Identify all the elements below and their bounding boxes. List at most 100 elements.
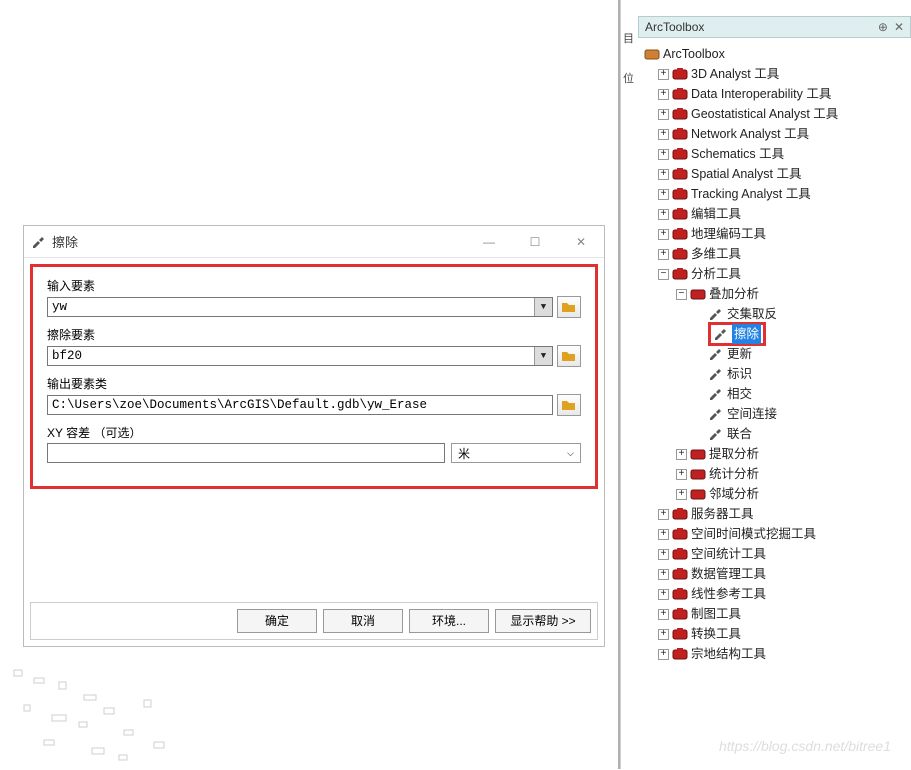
input-features-combo[interactable]: ▼ xyxy=(47,297,553,317)
expand-icon[interactable]: + xyxy=(658,509,669,520)
tree-item-t0[interactable]: +3D Analyst 工具 xyxy=(642,64,907,84)
folder-icon xyxy=(561,398,577,412)
tree-item-t17[interactable]: +转换工具 xyxy=(642,624,907,644)
expand-icon[interactable]: + xyxy=(676,449,687,460)
tree-item-label: 线性参考工具 xyxy=(691,584,766,604)
ok-button[interactable]: 确定 xyxy=(237,609,317,633)
tree-item-l4[interactable]: 相交 xyxy=(642,384,907,404)
tree-item-label: 提取分析 xyxy=(709,444,759,464)
expand-icon[interactable]: + xyxy=(658,129,669,140)
close-button[interactable]: ✕ xyxy=(558,228,604,256)
expand-icon[interactable]: + xyxy=(658,109,669,120)
erase-features-field[interactable] xyxy=(48,347,534,365)
tree-item-l0[interactable]: 交集取反 xyxy=(642,304,907,324)
browse-input-button[interactable] xyxy=(557,296,581,318)
tree-item-label: 交集取反 xyxy=(727,304,777,324)
tree-item-l5[interactable]: 空间连接 xyxy=(642,404,907,424)
tree-item-label: 更新 xyxy=(727,344,752,364)
xy-tolerance-label: XY 容差 （可选） xyxy=(47,424,581,441)
output-featureclass-label: 输出要素类 xyxy=(47,375,581,392)
xy-tolerance-field[interactable] xyxy=(47,443,445,463)
tree-root[interactable]: ArcToolbox xyxy=(642,44,907,64)
output-featureclass-field[interactable] xyxy=(47,395,553,415)
hammer-icon xyxy=(708,347,724,361)
chevron-down-icon[interactable]: ▼ xyxy=(534,298,552,316)
tree-item-s10_2[interactable]: +统计分析 xyxy=(642,464,907,484)
expand-icon[interactable]: + xyxy=(658,189,669,200)
toolbox-icon xyxy=(672,507,688,521)
expand-icon[interactable]: + xyxy=(658,609,669,620)
tree-item-t7[interactable]: +编辑工具 xyxy=(642,204,907,224)
environments-button[interactable]: 环境... xyxy=(409,609,489,633)
tree-item-t12[interactable]: +空间时间模式挖掘工具 xyxy=(642,524,907,544)
maximize-button[interactable]: ☐ xyxy=(512,228,558,256)
cancel-button[interactable]: 取消 xyxy=(323,609,403,633)
toolbox-tree: ArcToolbox +3D Analyst 工具+Data Interoper… xyxy=(638,38,911,670)
expand-icon[interactable]: + xyxy=(658,629,669,640)
unit-value: 米 xyxy=(458,445,470,462)
tree-item-t18[interactable]: + 宗地结构工具 xyxy=(642,644,907,664)
xy-tolerance-unit-select[interactable]: 米 ⌵ xyxy=(451,443,581,463)
tree-item-l1[interactable]: 擦除 xyxy=(642,324,907,344)
tree-item-t14[interactable]: +数据管理工具 xyxy=(642,564,907,584)
expand-icon[interactable]: + xyxy=(676,469,687,480)
panel-title: ArcToolbox xyxy=(645,20,704,34)
dialog-titlebar[interactable]: 擦除 — ☐ ✕ xyxy=(24,226,604,258)
expand-icon[interactable]: + xyxy=(658,549,669,560)
tree-item-l6[interactable]: 联合 xyxy=(642,424,907,444)
tree-item-t5[interactable]: +Spatial Analyst 工具 xyxy=(642,164,907,184)
close-panel-icon[interactable]: ✕ xyxy=(894,20,904,34)
expand-icon[interactable]: − xyxy=(676,289,687,300)
tree-item-s10_3[interactable]: +邻域分析 xyxy=(642,484,907,504)
expand-icon[interactable]: + xyxy=(658,249,669,260)
tree-item-label: 空间连接 xyxy=(727,404,777,424)
tree-item-label: 服务器工具 xyxy=(691,504,754,524)
dialog-content: 输入要素 ▼ 擦除要素 ▼ xyxy=(33,267,595,481)
tree-item-t16[interactable]: +制图工具 xyxy=(642,604,907,624)
expand-icon[interactable]: + xyxy=(658,169,669,180)
expand-icon[interactable]: + xyxy=(658,569,669,580)
tree-item-label: 擦除 xyxy=(732,324,761,344)
expand-icon[interactable]: + xyxy=(658,69,669,80)
expand-icon[interactable]: + xyxy=(658,229,669,240)
pin-icon[interactable]: ⊕ xyxy=(878,20,888,34)
tree-item-t4[interactable]: +Schematics 工具 xyxy=(642,144,907,164)
tree-item-l2[interactable]: 更新 xyxy=(642,344,907,364)
expand-icon[interactable]: + xyxy=(658,589,669,600)
tree-item-t15[interactable]: + 线性参考工具 xyxy=(642,584,907,604)
folder-icon xyxy=(561,349,577,363)
tree-item-t1[interactable]: +Data Interoperability 工具 xyxy=(642,84,907,104)
tree-item-l3[interactable]: 标识 xyxy=(642,364,907,384)
chevron-down-icon[interactable]: ▼ xyxy=(534,347,552,365)
expand-icon[interactable]: + xyxy=(658,89,669,100)
map-background xyxy=(4,660,304,770)
tree-item-t6[interactable]: +Tracking Analyst 工具 xyxy=(642,184,907,204)
tree-item-t3[interactable]: +Network Analyst 工具 xyxy=(642,124,907,144)
tree-item-t9[interactable]: +多维工具 xyxy=(642,244,907,264)
tree-item-label: 宗地结构工具 xyxy=(691,644,766,664)
panel-titlebar[interactable]: ArcToolbox ⊕ ✕ xyxy=(638,16,911,38)
expand-icon[interactable]: + xyxy=(676,489,687,500)
show-help-button[interactable]: 显示帮助 >> xyxy=(495,609,591,633)
tree-item-t11[interactable]: + 服务器工具 xyxy=(642,504,907,524)
minimize-button[interactable]: — xyxy=(466,228,512,256)
dialog-title: 擦除 xyxy=(52,232,78,251)
erase-features-combo[interactable]: ▼ xyxy=(47,346,553,366)
expand-icon[interactable]: − xyxy=(658,269,669,280)
expand-icon[interactable]: + xyxy=(658,529,669,540)
browse-output-button[interactable] xyxy=(557,394,581,416)
input-features-field[interactable] xyxy=(48,298,534,316)
expand-icon[interactable]: + xyxy=(658,149,669,160)
browse-erase-button[interactable] xyxy=(557,345,581,367)
tree-item-label: 3D Analyst 工具 xyxy=(691,64,779,84)
tree-item-t10[interactable]: −分析工具 xyxy=(642,264,907,284)
tree-item-s10_0[interactable]: −叠加分析 xyxy=(642,284,907,304)
tree-item-s10_1[interactable]: + 提取分析 xyxy=(642,444,907,464)
dock-glyph-1: 目 xyxy=(623,30,634,46)
hammer-icon xyxy=(30,234,46,250)
expand-icon[interactable]: + xyxy=(658,209,669,220)
tree-item-t2[interactable]: +Geostatistical Analyst 工具 xyxy=(642,104,907,124)
tree-item-t8[interactable]: +地理编码工具 xyxy=(642,224,907,244)
tree-item-t13[interactable]: +空间统计工具 xyxy=(642,544,907,564)
expand-icon[interactable]: + xyxy=(658,649,669,660)
